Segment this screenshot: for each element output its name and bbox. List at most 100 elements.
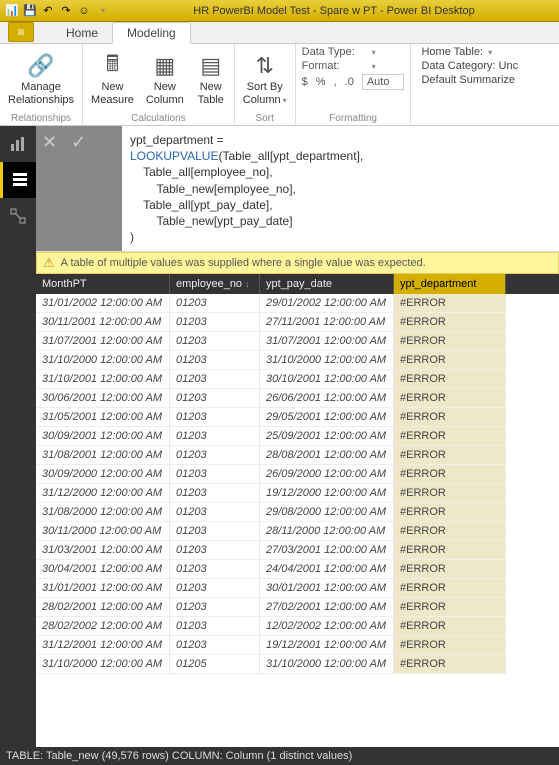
table-row[interactable]: 30/11/2000 12:00:00 AM0120328/11/2000 12… (36, 522, 559, 541)
table-row[interactable]: 30/06/2001 12:00:00 AM0120326/06/2001 12… (36, 389, 559, 408)
view-rail (0, 126, 36, 747)
decimal-button[interactable]: .0 (345, 76, 354, 88)
col-header-ypt-pay-date[interactable]: ypt_pay_date (260, 274, 394, 294)
grid-header: MonthPT employee_no↓ ypt_pay_date ypt_de… (36, 274, 559, 294)
content-area: ✕ ✓ ypt_department = LOOKUPVALUE(Table_a… (36, 126, 559, 747)
table-cell: 19/12/2001 12:00:00 AM (260, 636, 394, 655)
table-cell: 01203 (170, 503, 260, 522)
column-icon: ▦ (150, 52, 180, 80)
table-cell: 30/11/2001 12:00:00 AM (36, 313, 170, 332)
table-row[interactable]: 31/08/2000 12:00:00 AM0120329/08/2000 12… (36, 503, 559, 522)
redo-icon[interactable]: ↷ (58, 3, 74, 19)
error-text: A table of multiple values was supplied … (61, 257, 426, 269)
table-cell: 19/12/2000 12:00:00 AM (260, 484, 394, 503)
table-row[interactable]: 31/01/2002 12:00:00 AM0120329/01/2002 12… (36, 294, 559, 313)
table-cell: 29/05/2001 12:00:00 AM (260, 408, 394, 427)
measure-icon: 🖩 (97, 52, 127, 80)
sort-by-column-button[interactable]: ⇅ Sort By Column (241, 50, 289, 107)
table-cell: #ERROR (394, 598, 506, 617)
tab-home[interactable]: Home (52, 23, 112, 43)
table-row[interactable]: 31/08/2001 12:00:00 AM0120328/08/2001 12… (36, 446, 559, 465)
table-row[interactable]: 30/04/2001 12:00:00 AM0120324/04/2001 12… (36, 560, 559, 579)
table-row[interactable]: 30/11/2001 12:00:00 AM0120327/11/2001 12… (36, 313, 559, 332)
table-row[interactable]: 31/03/2001 12:00:00 AM0120327/03/2001 12… (36, 541, 559, 560)
datatype-label: Data Type: (302, 46, 364, 58)
data-category-label[interactable]: Data Category: Unc (421, 60, 518, 72)
error-banner: ⚠ A table of multiple values was supplie… (36, 252, 559, 274)
table-row[interactable]: 31/10/2000 12:00:00 AM0120531/10/2000 12… (36, 655, 559, 674)
smiley-icon[interactable]: ☺ (76, 3, 92, 19)
format-label: Format: (302, 60, 364, 72)
manage-relationships-button[interactable]: 🔗 Manage Relationships (6, 50, 76, 107)
table-cell: 26/09/2000 12:00:00 AM (260, 465, 394, 484)
data-view-button[interactable] (0, 162, 36, 198)
table-row[interactable]: 28/02/2001 12:00:00 AM0120327/02/2001 12… (36, 598, 559, 617)
save-icon[interactable]: 💾 (22, 3, 38, 19)
table-cell: 01203 (170, 294, 260, 313)
table-cell: 30/09/2001 12:00:00 AM (36, 427, 170, 446)
formula-buttons: ✕ ✓ (36, 126, 122, 251)
table-row[interactable]: 31/10/2001 12:00:00 AM0120330/10/2001 12… (36, 370, 559, 389)
table-cell: 25/09/2001 12:00:00 AM (260, 427, 394, 446)
table-row[interactable]: 28/02/2002 12:00:00 AM0120312/02/2002 12… (36, 617, 559, 636)
col-header-monthpt[interactable]: MonthPT (36, 274, 170, 294)
table-row[interactable]: 30/09/2001 12:00:00 AM0120325/09/2001 12… (36, 427, 559, 446)
table-cell: #ERROR (394, 332, 506, 351)
table-cell: 31/07/2001 12:00:00 AM (260, 332, 394, 351)
format-dropdown[interactable] (370, 60, 376, 72)
table-cell: #ERROR (394, 370, 506, 389)
currency-button[interactable]: $ (302, 76, 308, 88)
undo-icon[interactable]: ↶ (40, 3, 56, 19)
table-cell: 26/06/2001 12:00:00 AM (260, 389, 394, 408)
table-cell: 27/03/2001 12:00:00 AM (260, 541, 394, 560)
table-cell: 31/01/2002 12:00:00 AM (36, 294, 170, 313)
table-cell: 01203 (170, 617, 260, 636)
col-header-employee-no[interactable]: employee_no↓ (170, 274, 260, 294)
table-cell: 28/08/2001 12:00:00 AM (260, 446, 394, 465)
qat-dropdown-icon[interactable] (94, 3, 110, 19)
comma-button[interactable]: , (334, 76, 337, 88)
table-row[interactable]: 31/12/2001 12:00:00 AM0120319/12/2001 12… (36, 636, 559, 655)
table-cell: #ERROR (394, 389, 506, 408)
sort-indicator-icon: ↓ (245, 279, 250, 289)
accept-formula-icon[interactable]: ✓ (71, 132, 86, 153)
table-cell: 31/08/2000 12:00:00 AM (36, 503, 170, 522)
table-cell: #ERROR (394, 484, 506, 503)
new-column-button[interactable]: ▦ New Column (144, 50, 186, 107)
file-menu-button[interactable]: ≡ (8, 22, 34, 42)
table-row[interactable]: 31/12/2000 12:00:00 AM0120319/12/2000 12… (36, 484, 559, 503)
percent-button[interactable]: % (316, 76, 326, 88)
table-cell: 01203 (170, 541, 260, 560)
quick-access-toolbar: 📊 💾 ↶ ↷ ☺ (4, 3, 110, 19)
table-cell: 29/01/2002 12:00:00 AM (260, 294, 394, 313)
table-cell: 01203 (170, 636, 260, 655)
table-cell: #ERROR (394, 294, 506, 313)
decimal-places-input[interactable]: Auto (362, 74, 405, 90)
table-cell: 31/12/2001 12:00:00 AM (36, 636, 170, 655)
new-measure-button[interactable]: 🖩 New Measure (89, 50, 136, 107)
tab-modeling[interactable]: Modeling (112, 22, 191, 44)
table-cell: #ERROR (394, 636, 506, 655)
table-row[interactable]: 31/10/2000 12:00:00 AM0120331/10/2000 12… (36, 351, 559, 370)
home-table-label: Home Table: (421, 46, 483, 58)
table-cell: 30/09/2000 12:00:00 AM (36, 465, 170, 484)
model-view-button[interactable] (0, 198, 36, 234)
cancel-formula-icon[interactable]: ✕ (42, 132, 57, 153)
home-table-dropdown[interactable] (486, 46, 492, 58)
table-row[interactable]: 31/01/2001 12:00:00 AM0120330/01/2001 12… (36, 579, 559, 598)
formula-editor[interactable]: ypt_department = LOOKUPVALUE(Table_all[y… (122, 126, 559, 251)
table-row[interactable]: 31/05/2001 12:00:00 AM0120329/05/2001 12… (36, 408, 559, 427)
col-header-ypt-department[interactable]: ypt_department (394, 274, 506, 294)
table-cell: 30/01/2001 12:00:00 AM (260, 579, 394, 598)
table-row[interactable]: 31/07/2001 12:00:00 AM0120331/07/2001 12… (36, 332, 559, 351)
new-table-button[interactable]: ▤ New Table (194, 50, 228, 107)
table-cell: 31/10/2000 12:00:00 AM (36, 655, 170, 674)
table-cell: 30/10/2001 12:00:00 AM (260, 370, 394, 389)
default-summarization-label[interactable]: Default Summarize (421, 74, 515, 86)
report-view-button[interactable] (0, 126, 36, 162)
table-row[interactable]: 30/09/2000 12:00:00 AM0120326/09/2000 12… (36, 465, 559, 484)
warning-icon: ⚠ (43, 255, 55, 271)
table-cell: 30/06/2001 12:00:00 AM (36, 389, 170, 408)
table-cell: #ERROR (394, 617, 506, 636)
datatype-dropdown[interactable] (370, 46, 376, 58)
